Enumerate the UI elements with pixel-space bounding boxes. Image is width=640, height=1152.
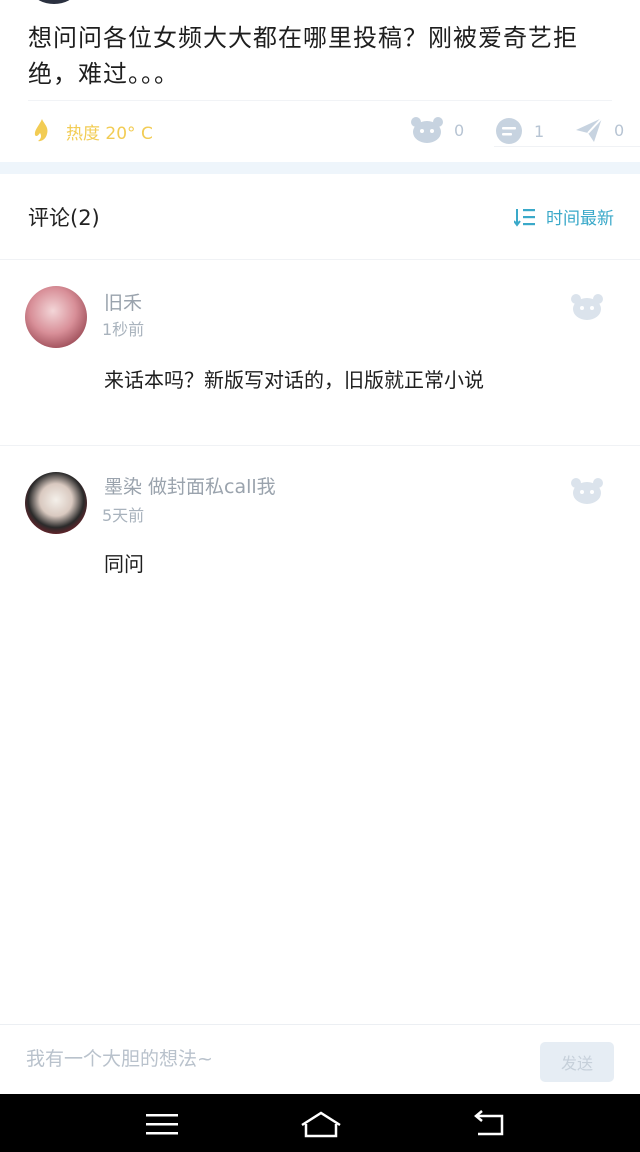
comment-text: 同问 <box>104 552 144 576</box>
send-button[interactable]: 发送 <box>540 1042 614 1082</box>
section-separator <box>0 162 640 174</box>
paw-like-icon[interactable] <box>570 476 604 506</box>
paw-like-icon <box>411 117 443 143</box>
comment-username[interactable]: 旧禾 <box>104 288 142 315</box>
author-avatar-partial <box>34 0 74 4</box>
sort-by-time-button[interactable]: 时间最新 <box>514 204 614 229</box>
comment-count: 1 <box>534 121 545 141</box>
flame-icon <box>34 119 48 142</box>
paw-like-icon[interactable] <box>570 292 604 322</box>
like-post-button[interactable]: 0 <box>410 116 464 144</box>
comment-time: 5天前 <box>102 506 145 525</box>
post-title: 想问问各位女频大大都在哪里投稿？刚被爱奇艺拒绝，难过。。。 <box>28 24 578 88</box>
comments-header: 评论(2) 时间最新 <box>0 176 640 260</box>
divider <box>28 100 612 101</box>
system-nav-bar <box>0 1094 640 1152</box>
avatar[interactable] <box>25 286 87 348</box>
menu-icon[interactable] <box>142 1108 182 1140</box>
home-icon[interactable] <box>298 1108 344 1140</box>
share-post-button[interactable]: 0 <box>574 116 624 144</box>
back-icon[interactable] <box>470 1108 510 1140</box>
paper-plane-icon <box>576 117 603 142</box>
comment-input-bar: 发送 <box>0 1024 640 1094</box>
like-count: 0 <box>454 120 465 140</box>
comment-item: 墨染 做封面私call我 5天前 同问 <box>0 446 640 596</box>
sort-icon <box>514 208 535 227</box>
comment-time: 1秒前 <box>102 320 145 339</box>
share-count: 0 <box>614 120 625 140</box>
heat-indicator: 热度 20° C <box>32 118 153 144</box>
comments-title: 评论(2) <box>28 206 100 230</box>
sort-label: 时间最新 <box>546 209 614 229</box>
comment-input[interactable] <box>26 1039 516 1079</box>
heat-label: 热度 20° C <box>66 123 153 144</box>
comment-bubble-icon <box>496 118 522 144</box>
comment-item: 旧禾 1秒前 来话本吗？新版写对话的，旧版就正常小说 <box>0 262 640 446</box>
comment-username[interactable]: 墨染 做封面私call我 <box>104 472 276 499</box>
avatar[interactable] <box>25 472 87 534</box>
post-stats-bar: 热度 20° C 0 1 0 <box>0 110 640 156</box>
comment-text: 来话本吗？新版写对话的，旧版就正常小说 <box>104 368 484 392</box>
